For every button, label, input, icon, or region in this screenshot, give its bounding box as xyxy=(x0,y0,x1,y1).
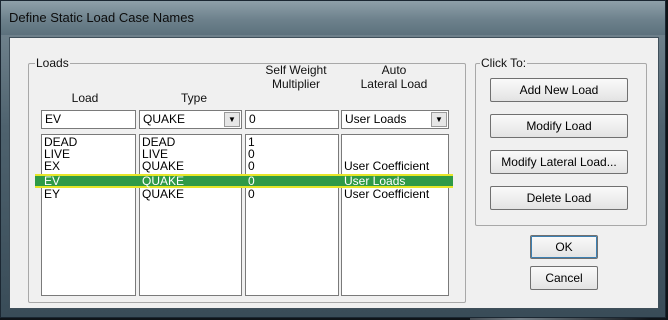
list-item-load[interactable]: EX xyxy=(41,160,60,172)
list-item-lateral[interactable]: User Loads xyxy=(341,175,405,187)
modify-load-button[interactable]: Modify Load xyxy=(490,114,628,138)
list-item-lateral[interactable]: User Coefficient xyxy=(341,188,429,200)
list-item-load[interactable]: EY xyxy=(41,188,60,200)
dialog-client: Loads Load Type Self Weight Multiplier A… xyxy=(9,37,659,309)
auto-lateral-combo[interactable]: User Loads ▼ xyxy=(341,110,449,129)
header-self-weight: Self Weight Multiplier xyxy=(265,63,327,91)
header-load: Load xyxy=(71,91,99,105)
auto-lateral-dropdown-icon[interactable]: ▼ xyxy=(431,112,447,127)
list-item-lateral[interactable]: User Coefficient xyxy=(341,160,429,172)
list-item-type[interactable]: QUAKE xyxy=(139,160,184,172)
load-name-input[interactable]: EV xyxy=(41,110,136,129)
type-dropdown-icon[interactable]: ▼ xyxy=(224,112,240,127)
header-auto-lateral: Auto Lateral Load xyxy=(360,63,428,91)
type-combo[interactable]: QUAKE ▼ xyxy=(139,110,242,129)
list-item-load[interactable]: EV xyxy=(41,175,60,187)
list-item-type[interactable]: QUAKE xyxy=(139,175,184,187)
list-item-multiplier[interactable]: 0 xyxy=(245,160,255,172)
ok-button[interactable]: OK xyxy=(530,235,598,259)
window-title: Define Static Load Case Names xyxy=(9,10,194,25)
add-new-load-button[interactable]: Add New Load xyxy=(490,78,628,102)
click-to-legend: Click To: xyxy=(480,56,528,70)
self-weight-input[interactable]: 0 xyxy=(245,110,339,129)
dialog-window: Define Static Load Case Names Loads Load… xyxy=(0,0,666,318)
list-item-type[interactable]: QUAKE xyxy=(139,188,184,200)
cancel-button[interactable]: Cancel xyxy=(530,266,598,290)
modify-lateral-load-button[interactable]: Modify Lateral Load... xyxy=(490,150,628,174)
title-bar[interactable]: Define Static Load Case Names xyxy=(1,1,665,35)
loads-group: Loads Load Type Self Weight Multiplier A… xyxy=(28,56,466,303)
multiplier-list[interactable] xyxy=(245,134,339,296)
type-combo-value: QUAKE xyxy=(143,112,186,126)
list-item-multiplier[interactable]: 0 xyxy=(245,188,255,200)
list-item-multiplier[interactable]: 0 xyxy=(245,175,255,187)
auto-lateral-combo-value: User Loads xyxy=(345,112,407,126)
header-type: Type xyxy=(180,91,207,105)
list-item-lateral[interactable] xyxy=(341,136,344,148)
click-to-group: Click To: Add New Load Modify Load Modif… xyxy=(475,56,647,226)
delete-load-button[interactable]: Delete Load xyxy=(490,186,628,210)
loads-legend: Loads xyxy=(35,56,70,70)
